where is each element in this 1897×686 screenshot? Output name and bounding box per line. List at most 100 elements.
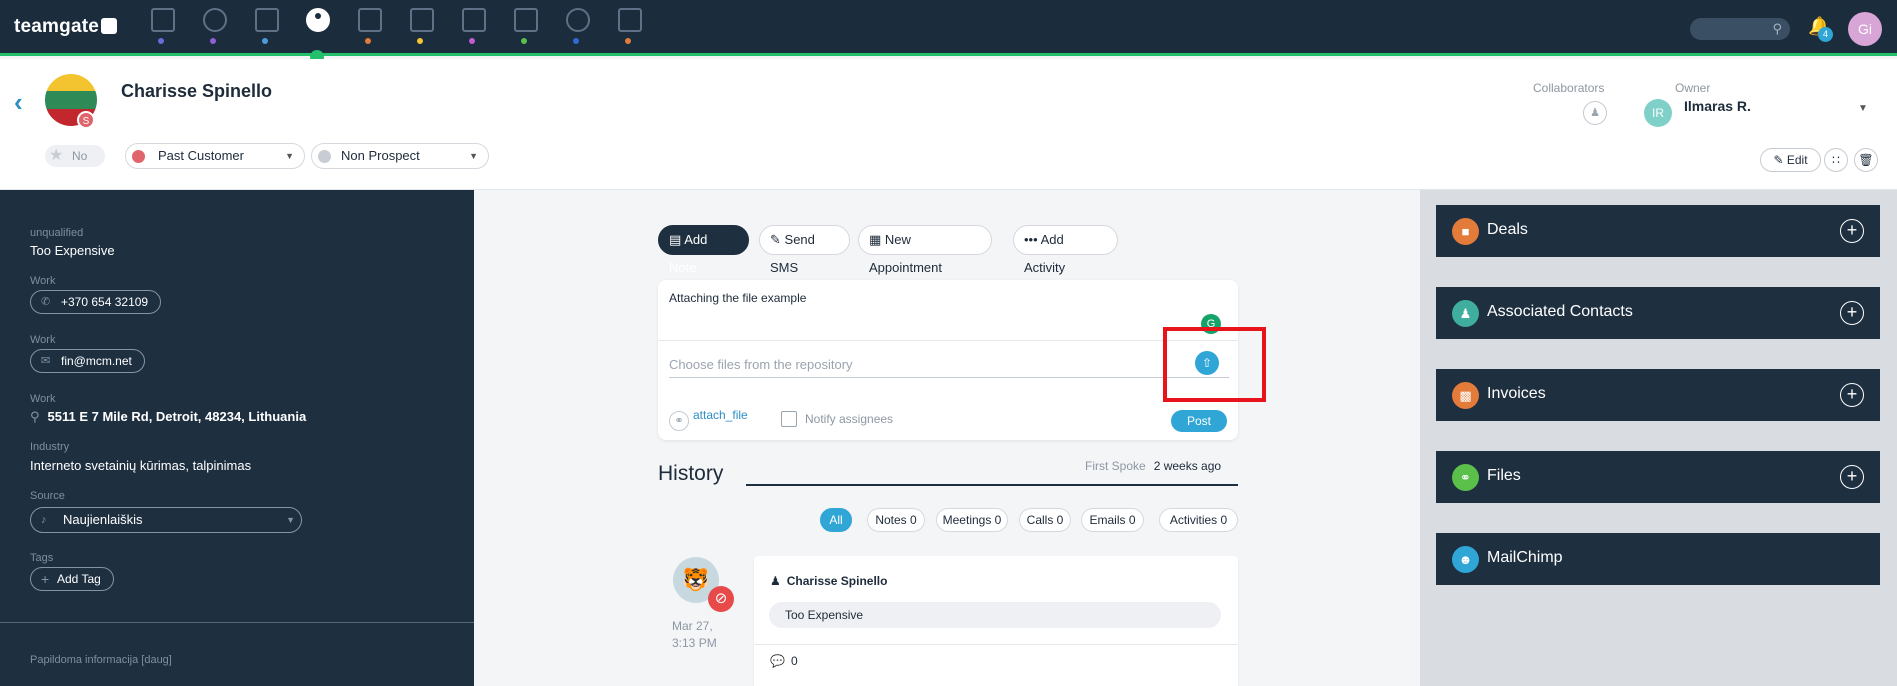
address-label: Work	[30, 393, 56, 405]
notify-assignees-checkbox[interactable]	[781, 411, 797, 427]
tab-add-note[interactable]: ▤ Add Note	[658, 225, 749, 275]
microphone-icon: ♪	[41, 514, 47, 526]
plus-icon: +	[41, 571, 50, 587]
top-navigation-bar: teamgate ⚲ 🔔 4 Gi	[0, 0, 1897, 64]
reports-icon[interactable]	[566, 8, 590, 32]
attach-file-link[interactable]: ⚭ attach_file	[669, 408, 748, 431]
delete-button[interactable]: 🗑	[1854, 148, 1878, 172]
tags-label: Tags	[30, 552, 54, 564]
target-icon[interactable]	[203, 8, 227, 32]
associated-contacts-card[interactable]: ♟ Associated Contacts +	[1436, 287, 1880, 339]
unqualified-label: unqualified	[30, 227, 84, 239]
filter-calls[interactable]: Calls 0	[1019, 508, 1071, 532]
contact-header: ‹ S Charisse Spinello ★ No Past Customer ▼…	[0, 59, 1897, 190]
phone-chip[interactable]: ✆ +370 654 32109	[30, 290, 162, 314]
grid-menu-button[interactable]: ∷	[1824, 148, 1848, 172]
sms-icon: ✎	[770, 232, 781, 247]
contact-details-panel: unqualified Too Expensive Work ✆ +370 654…	[0, 190, 474, 686]
global-search-input[interactable]: ⚲	[1690, 18, 1790, 40]
back-chevron-icon[interactable]: ‹	[14, 87, 23, 118]
prospect-label: Non Prospect	[341, 148, 420, 163]
history-title: History	[658, 462, 724, 485]
extra-info-link[interactable]: Papildoma informacija [daug]	[30, 654, 172, 666]
mailchimp-card[interactable]: ☻ MailChimp	[1436, 533, 1880, 585]
tab-new-appointment[interactable]: ▦ New Appointment	[858, 225, 992, 275]
filter-meetings[interactable]: Meetings 0	[936, 508, 1008, 532]
comment-icon: 💬	[770, 654, 785, 668]
trash-icon: 🗑	[1858, 153, 1874, 167]
pencil-icon: ✎	[1773, 153, 1784, 167]
add-contact-button[interactable]: +	[1840, 301, 1864, 325]
invoices-label: Invoices	[1487, 385, 1546, 402]
add-tag-button[interactable]: + Add Tag	[30, 567, 114, 591]
history-entry-card: ♟ Charisse Spinello Too Expensive 💬 0	[754, 556, 1238, 686]
edit-button[interactable]: ✎ Edit	[1760, 148, 1821, 172]
add-collaborator-icon[interactable]: ♟	[1583, 101, 1607, 125]
panel-divider	[0, 622, 474, 623]
nav-dot	[625, 38, 631, 44]
person-icon: ♟	[1452, 300, 1479, 327]
add-file-button[interactable]: +	[1840, 465, 1864, 489]
dashboard-icon[interactable]	[151, 8, 175, 32]
filter-all[interactable]: All	[820, 508, 852, 532]
files-card[interactable]: ⚭ Files +	[1436, 451, 1880, 503]
inbox-icon[interactable]	[462, 8, 486, 32]
status-select[interactable]: Past Customer ▼	[125, 143, 305, 169]
caret-down-icon: ▼	[285, 151, 294, 161]
tab-send-sms[interactable]: ✎ Send SMS	[759, 225, 850, 275]
phone-label: Work	[30, 275, 56, 287]
source-select[interactable]: ♪ Naujienlaiškis ▼	[30, 507, 302, 533]
email-value: fin@mcm.net	[61, 354, 132, 368]
deals-icon[interactable]	[358, 8, 382, 32]
owner-name[interactable]: Ilmaras R.	[1684, 98, 1751, 114]
user-avatar[interactable]: Gi	[1848, 12, 1882, 46]
filter-emails[interactable]: Emails 0	[1081, 508, 1144, 532]
add-invoice-button[interactable]: +	[1840, 383, 1864, 407]
filter-notes[interactable]: Notes 0	[867, 508, 925, 532]
paperclip-icon: ⚭	[1452, 464, 1479, 491]
deals-card[interactable]: ■ Deals +	[1436, 205, 1880, 257]
companies-icon[interactable]	[255, 8, 279, 32]
nav-dot	[158, 38, 164, 44]
post-button[interactable]: Post	[1171, 410, 1227, 432]
nav-dot	[469, 38, 475, 44]
prospect-select[interactable]: Non Prospect ▼	[311, 143, 489, 169]
first-spoke: First Spoke 2 weeks ago	[1085, 459, 1222, 473]
location-pin-icon: ⚲	[30, 409, 40, 424]
owner-label: Owner	[1675, 81, 1711, 95]
repository-file-input[interactable]	[669, 352, 1229, 378]
contacts-icon[interactable]	[306, 8, 330, 32]
teamgate-logo[interactable]: teamgate	[14, 16, 118, 38]
status-dot	[132, 150, 145, 163]
search-icon: ⚲	[1772, 21, 1782, 36]
forecast-icon[interactable]	[618, 8, 642, 32]
tab-add-activity[interactable]: ••• Add Activity	[1013, 225, 1118, 275]
activity-area: ▤ Add Note ✎ Send SMS ▦ New Appointment …	[474, 190, 1420, 686]
invoices-card[interactable]: ▩ Invoices +	[1436, 369, 1880, 421]
invoice-icon[interactable]	[514, 8, 538, 32]
add-deal-button[interactable]: +	[1840, 219, 1864, 243]
address-value[interactable]: ⚲ 5511 E 7 Mile Rd, Detroit, 48234, Lithu…	[30, 409, 306, 425]
comments-count[interactable]: 💬 0	[770, 654, 798, 668]
first-spoke-value: 2 weeks ago	[1153, 459, 1222, 473]
industry-value: Interneto svetainių kūrimas, talpinimas	[30, 458, 252, 473]
flag-badge: S	[77, 111, 95, 129]
grid-icon: ∷	[1832, 153, 1840, 167]
unqualified-value: Too Expensive	[30, 243, 115, 258]
note-icon: ▤	[669, 232, 682, 247]
favorite-toggle[interactable]: ★ No	[45, 145, 105, 167]
highlight-box	[1163, 327, 1266, 402]
prospect-dot	[318, 150, 331, 163]
associated-contacts-label: Associated Contacts	[1487, 303, 1633, 320]
filter-activities[interactable]: Activities 0	[1159, 508, 1238, 532]
calendar-icon[interactable]	[410, 8, 434, 32]
briefcase-icon: ■	[1452, 218, 1479, 245]
history-date: Mar 27, 3:13 PM	[672, 619, 717, 650]
nav-dot	[417, 38, 423, 44]
status-label: Past Customer	[158, 148, 244, 163]
history-entry-value: Too Expensive	[769, 602, 1221, 628]
email-chip[interactable]: ✉ fin@mcm.net	[30, 349, 145, 373]
paperclip-icon: ⚭	[669, 411, 689, 431]
note-textarea[interactable]: Attaching the file example	[669, 291, 806, 305]
owner-caret-icon[interactable]: ▼	[1858, 103, 1868, 114]
